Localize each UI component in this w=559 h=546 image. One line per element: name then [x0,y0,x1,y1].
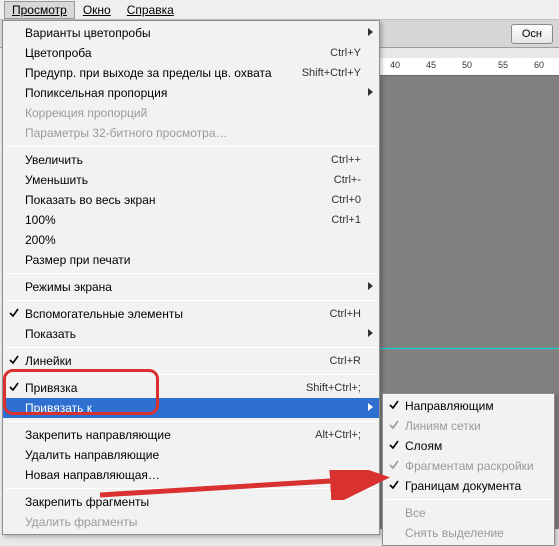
mi-screen-modes[interactable]: Режимы экрана [3,277,379,297]
chevron-right-icon [368,329,373,337]
menubar-window[interactable]: Окно [75,1,119,19]
check-icon [389,440,399,450]
smi-slices: Фрагментам раскройки [383,456,554,476]
smi-layers[interactable]: Слоям [383,436,554,456]
mi-snap[interactable]: ПривязкаShift+Ctrl+; [3,378,379,398]
mi-pixel-ar[interactable]: Попиксельная пропорция [3,83,379,103]
mi-100[interactable]: 100%Ctrl+1 [3,210,379,230]
separator [5,347,377,348]
guide-line [380,348,559,349]
snap-to-submenu: Направляющим Линиям сетки Слоям Фрагмент… [382,393,555,546]
separator [5,374,377,375]
check-icon [9,355,19,365]
mi-proof-colors[interactable]: ЦветопробаCtrl+Y [3,43,379,63]
check-icon [389,400,399,410]
mi-lock-guides[interactable]: Закрепить направляющиеAlt+Ctrl+; [3,425,379,445]
mi-32bit: Параметры 32-битного просмотра… [3,123,379,143]
separator [385,499,552,500]
separator [5,488,377,489]
separator [5,273,377,274]
mi-new-guide[interactable]: Новая направляющая… [3,465,379,485]
separator [5,421,377,422]
mi-200[interactable]: 200% [3,230,379,250]
mi-print-size[interactable]: Размер при печати [3,250,379,270]
smi-all: Все [383,503,554,523]
mi-zoom-in[interactable]: УвеличитьCtrl++ [3,150,379,170]
mi-zoom-out[interactable]: УменьшитьCtrl+- [3,170,379,190]
mi-pixel-ar-corr: Коррекция пропорций [3,103,379,123]
menubar-help[interactable]: Справка [119,1,182,19]
smi-doc-bounds[interactable]: Границам документа [383,476,554,496]
check-icon [9,382,19,392]
mi-rulers[interactable]: ЛинейкиCtrl+R [3,351,379,371]
separator [5,300,377,301]
mi-clear-slices: Удалить фрагменты [3,512,379,532]
separator [5,146,377,147]
smi-grid: Линиям сетки [383,416,554,436]
check-icon [389,460,399,470]
mi-show[interactable]: Показать [3,324,379,344]
check-icon [389,420,399,430]
menubar-view[interactable]: Просмотр [4,1,75,19]
smi-guides[interactable]: Направляющим [383,396,554,416]
chevron-right-icon [368,403,373,411]
chevron-right-icon [368,28,373,36]
mi-gamut[interactable]: Предупр. при выходе за пределы цв. охват… [3,63,379,83]
mi-proof-setup[interactable]: Варианты цветопробы [3,23,379,43]
check-icon [389,480,399,490]
mi-extras[interactable]: Вспомогательные элементыCtrl+H [3,304,379,324]
ruler-horizontal: 40 45 50 55 60 [380,58,559,76]
smi-none: Снять выделение [383,523,554,543]
mi-fit[interactable]: Показать во весь экранCtrl+0 [3,190,379,210]
chevron-right-icon [368,282,373,290]
mi-lock-slices[interactable]: Закрепить фрагменты [3,492,379,512]
mi-clear-guides[interactable]: Удалить направляющие [3,445,379,465]
menubar: Просмотр Окно Справка [0,0,559,20]
chevron-right-icon [368,88,373,96]
check-icon [9,308,19,318]
view-menu: Варианты цветопробы ЦветопробаCtrl+Y Пре… [2,20,380,535]
mi-snap-to[interactable]: Привязать к [3,398,379,418]
osn-button[interactable]: Осн [511,24,553,44]
